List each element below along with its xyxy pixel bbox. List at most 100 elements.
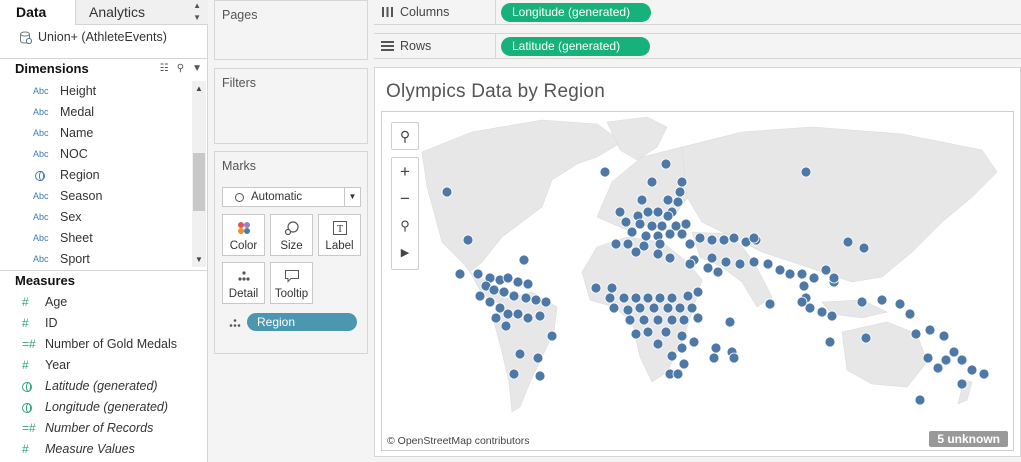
map-search-button[interactable]: ⚲ (391, 122, 419, 150)
region-mark[interactable] (652, 248, 664, 260)
region-mark[interactable] (622, 304, 634, 316)
region-mark[interactable] (678, 358, 690, 370)
scroll-thumb[interactable] (193, 153, 205, 211)
region-mark[interactable] (642, 326, 654, 338)
region-mark[interactable] (532, 352, 544, 364)
region-mark[interactable] (948, 346, 960, 358)
zoom-out-icon[interactable]: − (392, 185, 418, 212)
region-mark[interactable] (858, 242, 870, 254)
region-mark[interactable] (682, 290, 694, 302)
region-mark[interactable] (676, 228, 688, 240)
region-mark[interactable] (762, 258, 774, 270)
filters-shelf[interactable]: Filters (214, 68, 368, 144)
region-mark[interactable] (924, 324, 936, 336)
region-mark[interactable] (688, 336, 700, 348)
region-mark[interactable] (512, 308, 524, 320)
region-mark[interactable] (678, 314, 690, 326)
measure-field[interactable]: =# Number of Gold Medals (0, 334, 208, 355)
region-mark[interactable] (638, 314, 650, 326)
dimension-field[interactable]: Abc Sport (0, 249, 192, 267)
region-mark[interactable] (488, 284, 500, 296)
updown-arrows-icon[interactable]: ▲ ▼ (193, 0, 201, 24)
region-mark[interactable] (500, 320, 512, 332)
region-mark[interactable] (630, 328, 642, 340)
measure-field[interactable]: # ID (0, 313, 208, 334)
region-mark[interactable] (708, 352, 720, 364)
region-mark[interactable] (922, 352, 934, 364)
region-mark[interactable] (540, 296, 552, 308)
region-mark[interactable] (474, 290, 486, 302)
world-map[interactable]: ⚲ + − ⚲ ▶ © OpenStreetMap contributors 5… (381, 111, 1014, 451)
region-mark[interactable] (660, 326, 672, 338)
region-mark[interactable] (748, 256, 760, 268)
region-mark[interactable] (624, 314, 636, 326)
region-mark[interactable] (590, 282, 602, 294)
color-button[interactable]: Color (222, 214, 265, 256)
region-mark[interactable] (508, 368, 520, 380)
region-mark[interactable] (530, 294, 542, 306)
region-mark[interactable] (662, 302, 674, 314)
region-mark[interactable] (718, 234, 730, 246)
region-mark[interactable] (614, 206, 626, 218)
region-mark[interactable] (894, 298, 906, 310)
region-mark[interactable] (441, 186, 453, 198)
region-mark[interactable] (798, 280, 810, 292)
region-mark[interactable] (808, 272, 820, 284)
region-mark[interactable] (904, 308, 916, 320)
region-mark[interactable] (728, 232, 740, 244)
region-mark[interactable] (664, 252, 676, 264)
region-mark[interactable] (686, 302, 698, 314)
dropdown-icon[interactable]: ▼ (192, 59, 202, 79)
region-mark[interactable] (656, 220, 668, 232)
region-mark[interactable] (534, 310, 546, 322)
region-mark[interactable] (672, 368, 684, 380)
region-mark[interactable] (634, 218, 646, 230)
region-mark[interactable] (978, 368, 990, 380)
region-mark[interactable] (774, 264, 786, 276)
region-mark[interactable] (484, 296, 496, 308)
region-mark[interactable] (966, 364, 978, 376)
region-mark[interactable] (502, 272, 514, 284)
region-mark[interactable] (664, 228, 676, 240)
region-mark[interactable] (508, 290, 520, 302)
region-mark[interactable] (604, 292, 616, 304)
region-mark[interactable] (652, 206, 664, 218)
region-mark[interactable] (674, 186, 686, 198)
measure-field[interactable]: # Year (0, 355, 208, 376)
map-canvas[interactable] (382, 112, 1014, 451)
region-mark[interactable] (826, 310, 838, 322)
region-mark[interactable] (692, 312, 704, 324)
region-mark[interactable] (734, 258, 746, 270)
region-mark[interactable] (674, 302, 686, 314)
search-icon[interactable]: ⚲ (177, 59, 184, 79)
dimension-field[interactable]: Abc Season (0, 186, 192, 207)
tab-analytics[interactable]: Analytics ▲ ▼ (75, 0, 208, 25)
region-mark[interactable] (622, 238, 634, 250)
tab-data[interactable]: Data (0, 0, 75, 25)
region-mark[interactable] (618, 292, 630, 304)
dimensions-scrollbar[interactable]: ▲ ▼ (192, 81, 206, 267)
region-mark[interactable] (652, 338, 664, 350)
region-mark[interactable] (660, 158, 672, 170)
region-mark[interactable] (694, 232, 706, 244)
latitude-pill[interactable]: Latitude (generated) (501, 37, 650, 56)
region-mark[interactable] (490, 312, 502, 324)
region-mark[interactable] (518, 254, 530, 266)
region-mark[interactable] (502, 308, 514, 320)
region-mark[interactable] (610, 238, 622, 250)
region-mark[interactable] (608, 302, 620, 314)
region-mark[interactable] (724, 316, 736, 328)
region-mark[interactable] (956, 354, 968, 366)
region-mark[interactable] (606, 282, 618, 294)
region-mark[interactable] (692, 286, 704, 298)
dimension-field[interactable]: Abc NOC (0, 144, 192, 165)
mark-type-select[interactable]: Automatic ▼ (222, 187, 361, 207)
region-mark[interactable] (462, 234, 474, 246)
region-mark[interactable] (666, 350, 678, 362)
chevron-down-icon[interactable]: ▼ (344, 188, 360, 206)
region-mark[interactable] (642, 206, 654, 218)
region-mark[interactable] (666, 292, 678, 304)
dimension-field[interactable]: Abc Sheet (0, 228, 192, 249)
region-mark[interactable] (662, 194, 674, 206)
region-mark[interactable] (520, 292, 532, 304)
